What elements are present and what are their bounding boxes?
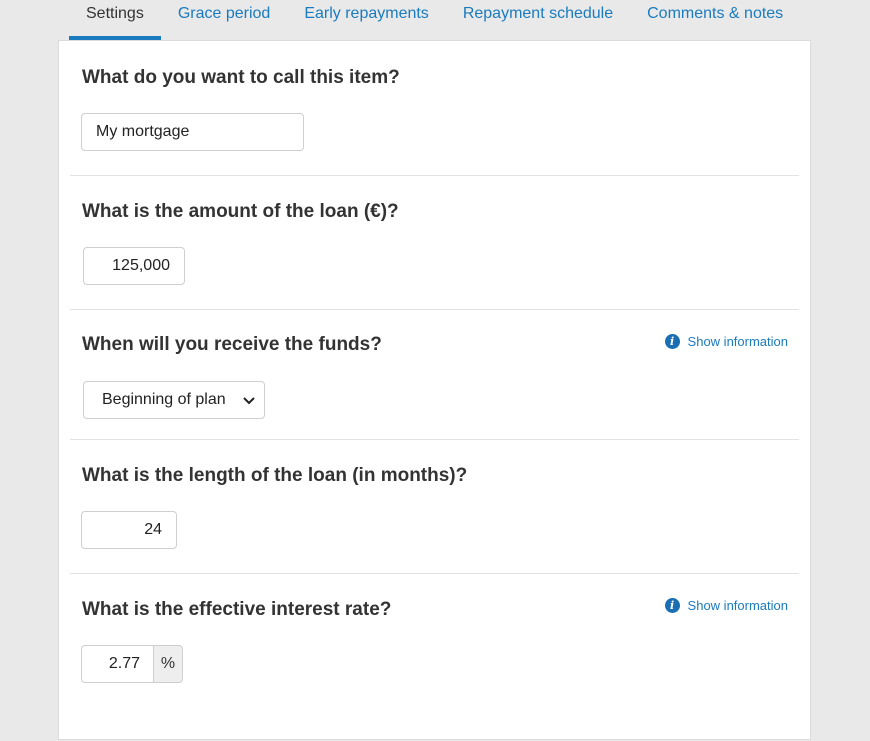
interest-rate-input[interactable]: 2.77 [81, 645, 153, 683]
chevron-down-icon [243, 397, 255, 405]
question-interest-rate: What is the effective interest rate? [82, 599, 392, 620]
info-circle-icon: i [664, 598, 680, 613]
question-loan-amount: What is the amount of the loan (€)? [82, 201, 399, 222]
funds-timing-select[interactable]: Beginning of plan [83, 381, 265, 419]
show-information-link[interactable]: i Show information [664, 334, 788, 349]
tab-bar: Settings Grace period Early repayments R… [69, 0, 800, 40]
funds-timing-selected: Beginning of plan [102, 391, 226, 408]
settings-panel: What do you want to call this item? My m… [58, 40, 811, 740]
show-information-link[interactable]: i Show information [664, 598, 788, 613]
question-item-name: What do you want to call this item? [82, 67, 400, 88]
tab-comments-notes[interactable]: Comments & notes [630, 0, 800, 40]
show-information-label: Show information [687, 334, 788, 349]
show-information-label: Show information [687, 598, 788, 613]
tab-repayment-schedule[interactable]: Repayment schedule [446, 0, 630, 40]
section-funds-timing: When will you receive the funds? i Show … [70, 309, 799, 440]
tab-early-repayments[interactable]: Early repayments [287, 0, 446, 40]
question-funds-timing: When will you receive the funds? [82, 334, 382, 355]
section-interest-rate: What is the effective interest rate? i S… [70, 573, 799, 741]
tab-grace-period[interactable]: Grace period [161, 0, 288, 40]
question-loan-length: What is the length of the loan (in month… [82, 465, 468, 486]
tab-settings[interactable]: Settings [69, 0, 161, 40]
section-loan-amount: What is the amount of the loan (€)? 125,… [70, 175, 799, 310]
section-item-name: What do you want to call this item? My m… [70, 41, 799, 176]
loan-length-input[interactable]: 24 [81, 511, 177, 549]
info-circle-icon: i [664, 334, 680, 349]
loan-amount-input[interactable]: 125,000 [83, 247, 185, 285]
percent-addon: % [153, 645, 183, 683]
section-loan-length: What is the length of the loan (in month… [70, 439, 799, 574]
interest-rate-group: 2.77 % [81, 645, 183, 683]
item-name-input[interactable]: My mortgage [81, 113, 304, 151]
